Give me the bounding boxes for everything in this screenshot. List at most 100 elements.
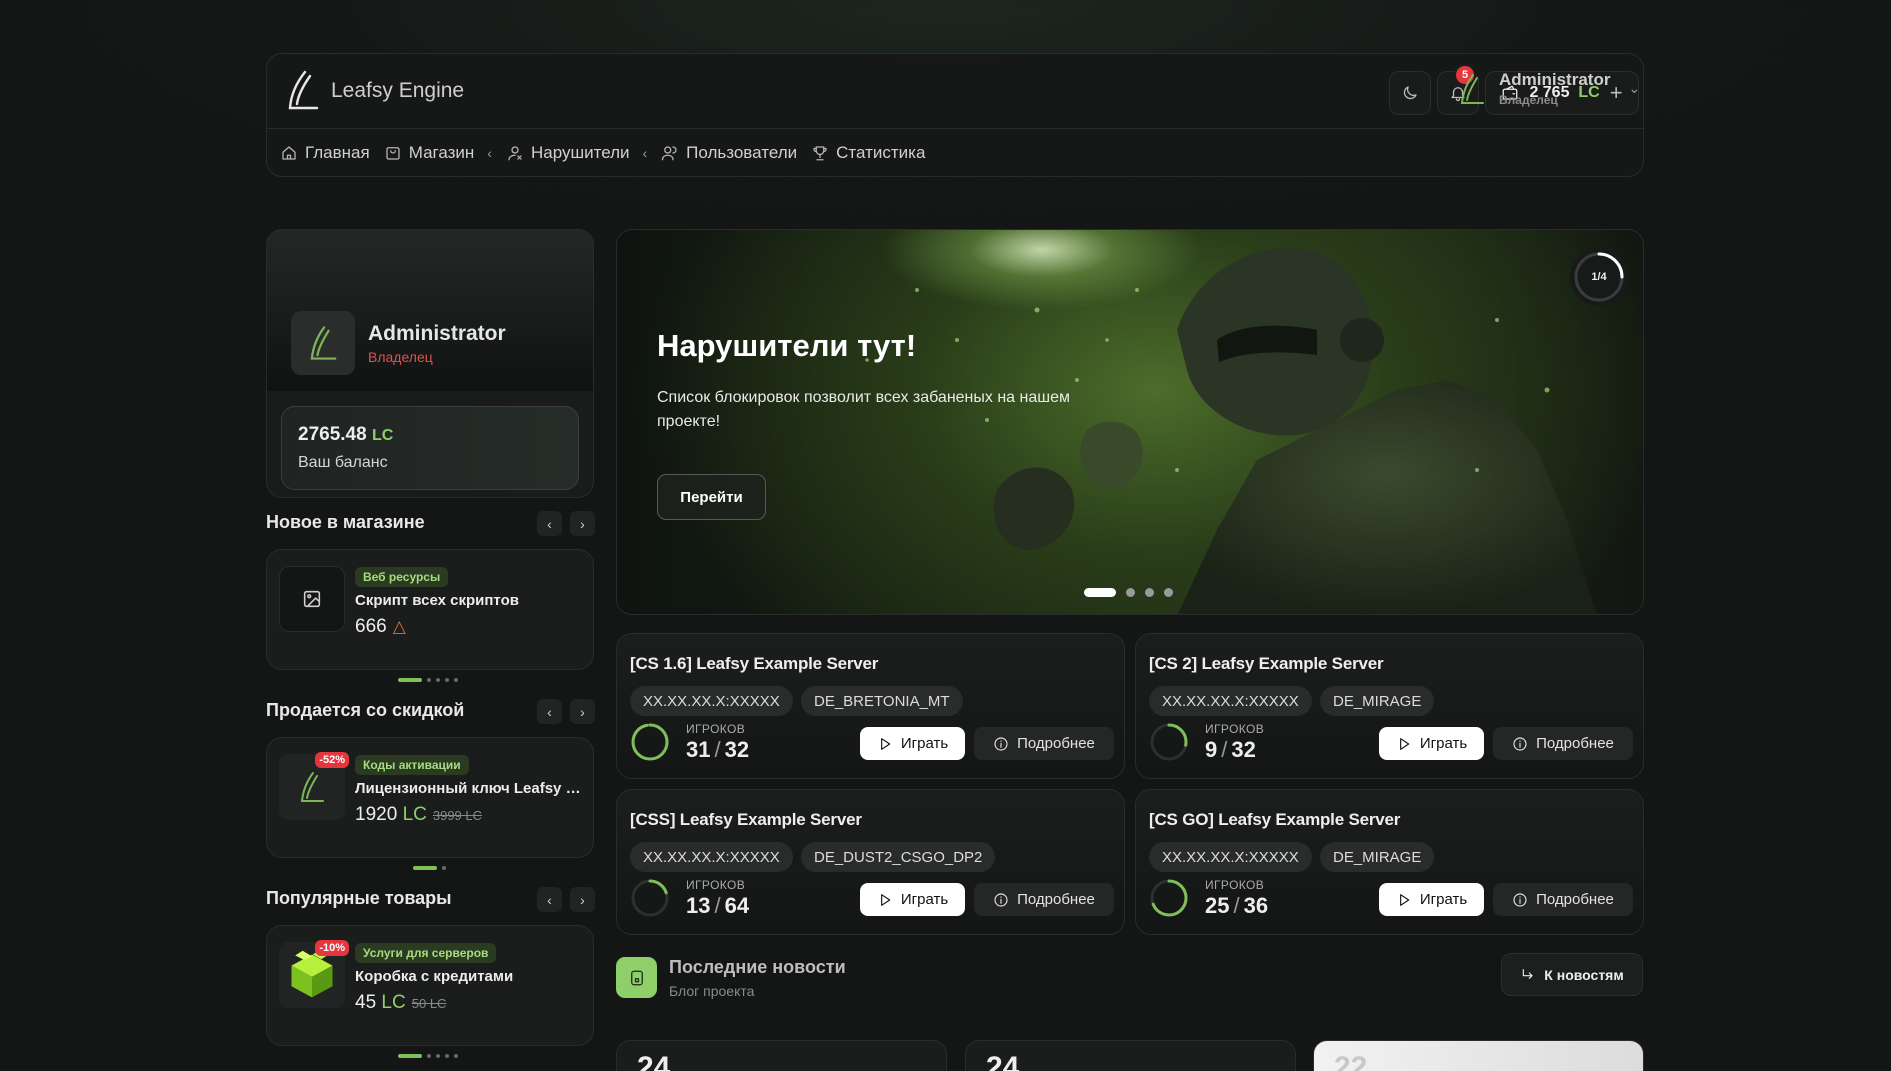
news-card[interactable]: 24 bbox=[965, 1040, 1296, 1071]
shop-item-card[interactable]: Веб ресурсы Скрипт всех скриптов 666 △ bbox=[266, 549, 594, 670]
to-news-button[interactable]: К новостям bbox=[1501, 953, 1643, 996]
info-icon bbox=[1513, 736, 1527, 751]
nav-home[interactable]: Главная bbox=[280, 143, 370, 163]
carousel-dot[interactable] bbox=[398, 1054, 422, 1058]
profile-banner: Administrator Владелец bbox=[267, 230, 593, 391]
carousel-dot[interactable] bbox=[436, 678, 440, 682]
brand[interactable]: Leafsy Engine bbox=[285, 68, 464, 114]
news-file-icon bbox=[630, 970, 643, 985]
details-button[interactable]: Подробнее bbox=[974, 727, 1114, 760]
hero-text: Список блокировок позволит всех забанены… bbox=[657, 389, 1070, 430]
top-header: Leafsy Engine 5 2 765 LC + Administrator… bbox=[266, 53, 1644, 177]
item-price: 1920 LC 3999 LC bbox=[355, 804, 483, 825]
play-button[interactable]: Играть bbox=[860, 883, 965, 916]
news-card[interactable]: 24 bbox=[616, 1040, 947, 1071]
players-label: ИГРОКОВ bbox=[1205, 722, 1265, 736]
server-ip-chip[interactable]: XX.XX.XX.X:XXXXX bbox=[630, 842, 793, 872]
carousel-arrows-new: ‹ › bbox=[537, 511, 595, 536]
hero-dot[interactable] bbox=[1145, 588, 1154, 597]
server-card[interactable]: [CSS] Leafsy Example Server XX.XX.XX.X:X… bbox=[616, 789, 1125, 935]
carousel-dot[interactable] bbox=[442, 866, 446, 870]
players-ring bbox=[631, 879, 669, 917]
chevron-left-icon: ‹ bbox=[642, 145, 648, 161]
discount-badge: -52% bbox=[315, 752, 349, 768]
item-name: Коробка с кредитами bbox=[355, 968, 514, 985]
play-icon bbox=[880, 893, 891, 906]
play-button[interactable]: Играть bbox=[1379, 727, 1484, 760]
shop-item-card[interactable]: -52% Коды активации Лицензионный ключ Le… bbox=[266, 737, 594, 858]
theme-toggle-button[interactable] bbox=[1389, 71, 1431, 115]
item-name: Лицензионный ключ Leafsy E... bbox=[355, 780, 587, 797]
server-ip-chip[interactable]: XX.XX.XX.X:XXXXX bbox=[630, 686, 793, 716]
carousel-dots bbox=[413, 866, 446, 870]
carousel-dot[interactable] bbox=[398, 678, 422, 682]
server-ip-chip[interactable]: XX.XX.XX.X:XXXXX bbox=[1149, 686, 1312, 716]
carousel-dot[interactable] bbox=[413, 866, 437, 870]
carousel-dot[interactable] bbox=[454, 678, 458, 682]
prev-button[interactable]: ‹ bbox=[537, 699, 562, 724]
server-title: [CS 2] Leafsy Example Server bbox=[1149, 654, 1384, 673]
discount-badge: -10% bbox=[315, 940, 349, 956]
hero-title: Нарушители тут! bbox=[657, 328, 917, 363]
avatar[interactable] bbox=[291, 311, 355, 375]
play-icon bbox=[1399, 893, 1410, 906]
user-avatar-icon bbox=[1460, 73, 1484, 104]
carousel-dot[interactable] bbox=[427, 678, 431, 682]
nav-shop-label: Магазин bbox=[408, 143, 475, 162]
next-button[interactable]: › bbox=[570, 511, 595, 536]
carousel-dot[interactable] bbox=[445, 1054, 449, 1058]
next-button[interactable]: › bbox=[570, 887, 595, 912]
server-ip-chip[interactable]: XX.XX.XX.X:XXXXX bbox=[1149, 842, 1312, 872]
prev-button[interactable]: ‹ bbox=[537, 887, 562, 912]
item-price: 45 LC 50 LC bbox=[355, 992, 447, 1013]
item-thumbnail bbox=[279, 566, 345, 632]
nav-home-label: Главная bbox=[305, 143, 370, 162]
play-button[interactable]: Играть bbox=[1379, 883, 1484, 916]
server-card[interactable]: [CS 2] Leafsy Example Server XX.XX.XX.X:… bbox=[1135, 633, 1644, 779]
details-button[interactable]: Подробнее bbox=[1493, 883, 1633, 916]
balance-box[interactable]: 2765.48 LC Ваш баланс bbox=[281, 406, 579, 490]
hero-dot[interactable] bbox=[1084, 588, 1116, 597]
profile-card: Administrator Владелец 2765.48 LC Ваш ба… bbox=[266, 229, 594, 498]
shop-item-card[interactable]: -10% Услуги для серверов Коробка с креди… bbox=[266, 925, 594, 1046]
user-menu[interactable]: Administrator Владелец ⌄ bbox=[1457, 70, 1640, 107]
info-icon bbox=[994, 892, 1008, 907]
server-card[interactable]: [CS GO] Leafsy Example Server XX.XX.XX.X… bbox=[1135, 789, 1644, 935]
carousel-dot[interactable] bbox=[454, 1054, 458, 1058]
players-ring bbox=[1150, 723, 1188, 761]
nav-violators[interactable]: Нарушители ‹ bbox=[506, 143, 647, 163]
nav-users[interactable]: Пользователи bbox=[661, 143, 797, 163]
carousel-dot[interactable] bbox=[427, 1054, 431, 1058]
players-count: 13/64 bbox=[686, 893, 750, 918]
play-button[interactable]: Играть bbox=[860, 727, 965, 760]
hero-dot[interactable] bbox=[1126, 588, 1135, 597]
slide-counter: 1/4 bbox=[1570, 248, 1628, 306]
item-name: Скрипт всех скриптов bbox=[355, 592, 519, 609]
nav-violators-label: Нарушители bbox=[530, 143, 630, 162]
prev-button[interactable]: ‹ bbox=[537, 511, 562, 536]
details-button[interactable]: Подробнее bbox=[974, 883, 1114, 916]
hero-banner[interactable]: Нарушители тут! Список блокировок позвол… bbox=[616, 229, 1644, 615]
main-nav: Главная Магазин ‹ Нарушители ‹ Пользоват… bbox=[267, 129, 1643, 177]
carousel-arrows-discount: ‹ › bbox=[537, 699, 595, 724]
server-card[interactable]: [CS 1.6] Leafsy Example Server XX.XX.XX.… bbox=[616, 633, 1125, 779]
server-map-chip: DE_MIRAGE bbox=[1320, 686, 1435, 716]
corner-arrow-icon bbox=[1523, 968, 1533, 979]
carousel-dot[interactable] bbox=[436, 1054, 440, 1058]
hero-dot[interactable] bbox=[1164, 588, 1173, 597]
details-button[interactable]: Подробнее bbox=[1493, 727, 1633, 760]
item-thumbnail: -10% bbox=[279, 940, 349, 1008]
info-icon bbox=[994, 736, 1008, 751]
header-top-bar: Leafsy Engine 5 2 765 LC + Administrator… bbox=[267, 54, 1643, 129]
carousel-dot[interactable] bbox=[445, 678, 449, 682]
nav-stats[interactable]: Статистика bbox=[811, 143, 925, 163]
warning-icon: △ bbox=[392, 617, 406, 636]
nav-stats-label: Статистика bbox=[836, 143, 926, 162]
hero-go-button[interactable]: Перейти bbox=[657, 474, 766, 520]
next-button[interactable]: › bbox=[570, 699, 595, 724]
nav-shop[interactable]: Магазин ‹ bbox=[384, 143, 492, 163]
players-label: ИГРОКОВ bbox=[686, 878, 746, 892]
server-title: [CSS] Leafsy Example Server bbox=[630, 810, 862, 829]
hero-pagination bbox=[1084, 588, 1173, 597]
news-card[interactable]: 22 bbox=[1313, 1040, 1644, 1071]
